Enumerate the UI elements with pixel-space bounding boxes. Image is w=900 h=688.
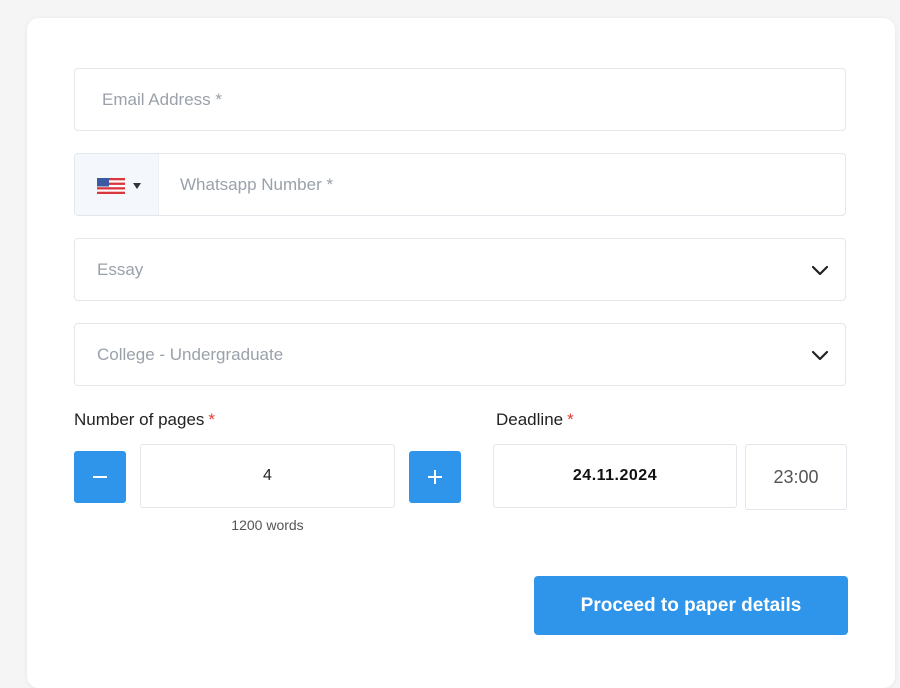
- deadline-date-value: 24.11.2024: [572, 467, 658, 484]
- whatsapp-placeholder: Whatsapp Number *: [180, 174, 334, 194]
- pages-value: 4: [263, 467, 272, 484]
- deadline-label-text: Deadline: [496, 410, 564, 429]
- us-flag-icon: [97, 178, 125, 194]
- word-count: 1200 words: [231, 517, 304, 533]
- academic-level-select[interactable]: College - Undergraduate: [74, 323, 846, 386]
- academic-level-value: College - Undergraduate: [97, 344, 284, 364]
- required-mark: *: [567, 410, 574, 429]
- required-mark: *: [208, 410, 216, 429]
- deadline-label: Deadline *: [496, 410, 574, 430]
- paper-type-select[interactable]: Essay: [74, 238, 846, 301]
- paper-type-value: Essay: [97, 259, 144, 279]
- chevron-down-icon: [811, 350, 829, 360]
- country-code-selector[interactable]: [75, 154, 159, 215]
- increase-pages-button[interactable]: [409, 451, 461, 503]
- deadline-date-input[interactable]: 24.11.2024: [493, 444, 737, 508]
- deadline-time-value: 23:00: [773, 466, 819, 487]
- email-placeholder: Email Address *: [102, 89, 222, 109]
- email-field[interactable]: Email Address *: [74, 68, 846, 131]
- minus-icon: [93, 476, 107, 478]
- proceed-button[interactable]: Proceed to paper details: [534, 576, 848, 635]
- decrease-pages-button[interactable]: [74, 451, 126, 503]
- whatsapp-field[interactable]: Whatsapp Number *: [74, 153, 846, 216]
- chevron-down-icon: [811, 265, 829, 275]
- pages-label-text: Number of pages: [74, 410, 205, 429]
- pages-label: Number of pages *: [74, 410, 215, 430]
- plus-icon: [428, 470, 442, 484]
- caret-down-icon: [133, 183, 141, 189]
- pages-input[interactable]: 4: [140, 444, 395, 508]
- deadline-time-input[interactable]: 23:00: [745, 444, 847, 510]
